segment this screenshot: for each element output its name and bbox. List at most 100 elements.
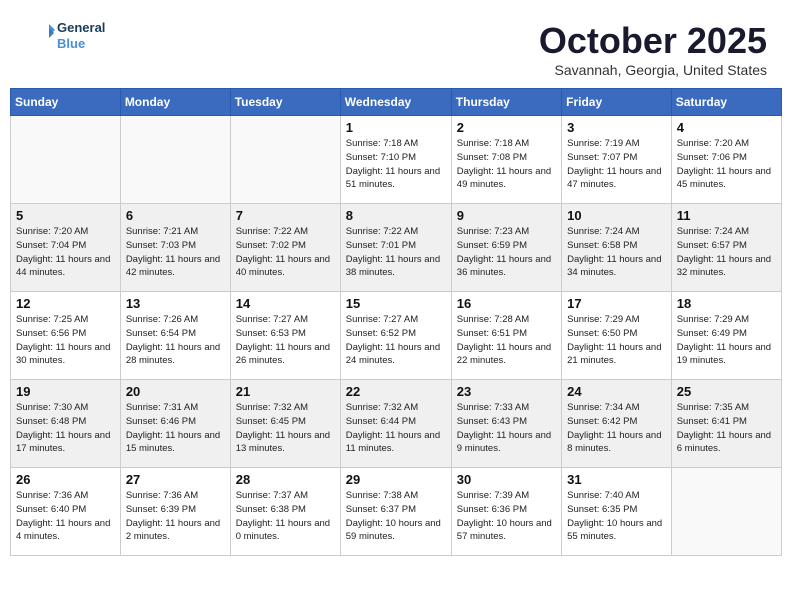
day-number: 6 bbox=[126, 208, 225, 223]
day-info: Sunrise: 7:29 AM Sunset: 6:49 PM Dayligh… bbox=[677, 313, 776, 368]
day-info: Sunrise: 7:29 AM Sunset: 6:50 PM Dayligh… bbox=[567, 313, 666, 368]
calendar-cell: 11Sunrise: 7:24 AM Sunset: 6:57 PM Dayli… bbox=[671, 204, 781, 292]
day-info: Sunrise: 7:24 AM Sunset: 6:57 PM Dayligh… bbox=[677, 225, 776, 280]
calendar-cell: 8 Sunrise: 7:22 AM Sunset: 7:01 PM Daylig… bbox=[340, 204, 451, 292]
calendar-cell: 7Sunrise: 7:22 AM Sunset: 7:02 PM Daylig… bbox=[230, 204, 340, 292]
day-info: Sunrise: 7:40 AM Sunset: 6:35 PM Dayligh… bbox=[567, 489, 666, 544]
day-info: Sunrise: 7:32 AM Sunset: 6:44 PM Dayligh… bbox=[346, 401, 446, 456]
calendar-cell bbox=[11, 116, 121, 204]
day-number: 26 bbox=[16, 472, 115, 487]
day-number: 8 bbox=[346, 208, 446, 223]
calendar-cell: 27 Sunrise: 7:36 AM Sunset: 6:39 PM Dayli… bbox=[120, 468, 230, 556]
day-info: Sunrise: 7:34 AM Sunset: 6:42 PM Dayligh… bbox=[567, 401, 666, 456]
calendar-cell: 1Sunrise: 7:18 AM Sunset: 7:10 PM Daylig… bbox=[340, 116, 451, 204]
day-number: 5 bbox=[16, 208, 115, 223]
weekday-header: Tuesday bbox=[230, 89, 340, 116]
weekday-header: Friday bbox=[562, 89, 672, 116]
day-number: 31 bbox=[567, 472, 666, 487]
day-number: 21 bbox=[236, 384, 335, 399]
day-info: Sunrise: 7:21 AM Sunset: 7:03 PM Dayligh… bbox=[126, 225, 225, 280]
calendar-cell: 6 Sunrise: 7:21 AM Sunset: 7:03 PM Daylig… bbox=[120, 204, 230, 292]
weekday-header: Monday bbox=[120, 89, 230, 116]
day-info: Sunrise: 7:33 AM Sunset: 6:43 PM Dayligh… bbox=[457, 401, 556, 456]
day-info: Sunrise: 7:23 AM Sunset: 6:59 PM Dayligh… bbox=[457, 225, 556, 280]
calendar-table: SundayMondayTuesdayWednesdayThursdayFrid… bbox=[10, 88, 782, 556]
day-info: Sunrise: 7:31 AM Sunset: 6:46 PM Dayligh… bbox=[126, 401, 225, 456]
day-number: 22 bbox=[346, 384, 446, 399]
day-info: Sunrise: 7:38 AM Sunset: 6:37 PM Dayligh… bbox=[346, 489, 446, 544]
day-info: Sunrise: 7:39 AM Sunset: 6:36 PM Dayligh… bbox=[457, 489, 556, 544]
day-info: Sunrise: 7:37 AM Sunset: 6:38 PM Dayligh… bbox=[236, 489, 335, 544]
calendar-cell: 18 Sunrise: 7:29 AM Sunset: 6:49 PM Dayli… bbox=[671, 292, 781, 380]
calendar-cell: 25 Sunrise: 7:35 AM Sunset: 6:41 PM Dayli… bbox=[671, 380, 781, 468]
day-number: 9 bbox=[457, 208, 556, 223]
logo-line2: Blue bbox=[57, 36, 105, 52]
day-number: 29 bbox=[346, 472, 446, 487]
day-info: Sunrise: 7:18 AM Sunset: 7:08 PM Dayligh… bbox=[457, 137, 556, 192]
day-info: Sunrise: 7:20 AM Sunset: 7:04 PM Dayligh… bbox=[16, 225, 115, 280]
calendar-cell: 3 Sunrise: 7:19 AM Sunset: 7:07 PM Daylig… bbox=[562, 116, 672, 204]
calendar-cell: 16 Sunrise: 7:28 AM Sunset: 6:51 PM Dayli… bbox=[451, 292, 561, 380]
logo-line1: General bbox=[57, 20, 105, 36]
day-info: Sunrise: 7:28 AM Sunset: 6:51 PM Dayligh… bbox=[457, 313, 556, 368]
day-number: 24 bbox=[567, 384, 666, 399]
day-info: Sunrise: 7:24 AM Sunset: 6:58 PM Dayligh… bbox=[567, 225, 666, 280]
calendar-cell: 30 Sunrise: 7:39 AM Sunset: 6:36 PM Dayli… bbox=[451, 468, 561, 556]
day-number: 25 bbox=[677, 384, 776, 399]
calendar-cell: 15 Sunrise: 7:27 AM Sunset: 6:52 PM Dayli… bbox=[340, 292, 451, 380]
logo-graphic bbox=[25, 20, 57, 52]
calendar-cell: 22 Sunrise: 7:32 AM Sunset: 6:44 PM Dayli… bbox=[340, 380, 451, 468]
calendar-body: 1Sunrise: 7:18 AM Sunset: 7:10 PM Daylig… bbox=[11, 116, 782, 556]
calendar-cell: 21 Sunrise: 7:32 AM Sunset: 6:45 PM Dayli… bbox=[230, 380, 340, 468]
calendar-cell: 29 Sunrise: 7:38 AM Sunset: 6:37 PM Dayli… bbox=[340, 468, 451, 556]
day-info: Sunrise: 7:27 AM Sunset: 6:52 PM Dayligh… bbox=[346, 313, 446, 368]
day-number: 18 bbox=[677, 296, 776, 311]
day-info: Sunrise: 7:19 AM Sunset: 7:07 PM Dayligh… bbox=[567, 137, 666, 192]
weekday-header: Wednesday bbox=[340, 89, 451, 116]
calendar-cell: 24 Sunrise: 7:34 AM Sunset: 6:42 PM Dayli… bbox=[562, 380, 672, 468]
calendar-cell: 13 Sunrise: 7:26 AM Sunset: 6:54 PM Dayli… bbox=[120, 292, 230, 380]
day-info: Sunrise: 7:35 AM Sunset: 6:41 PM Dayligh… bbox=[677, 401, 776, 456]
weekday-header: Saturday bbox=[671, 89, 781, 116]
calendar-header: SundayMondayTuesdayWednesdayThursdayFrid… bbox=[11, 89, 782, 116]
day-number: 28 bbox=[236, 472, 335, 487]
day-number: 17 bbox=[567, 296, 666, 311]
page-header: General Blue October 2025 Savannah, Geor… bbox=[10, 10, 782, 83]
day-number: 30 bbox=[457, 472, 556, 487]
calendar-cell: 5 Sunrise: 7:20 AM Sunset: 7:04 PM Daylig… bbox=[11, 204, 121, 292]
month-title: October 2025 bbox=[539, 20, 767, 62]
day-number: 19 bbox=[16, 384, 115, 399]
day-info: Sunrise: 7:20 AM Sunset: 7:06 PM Dayligh… bbox=[677, 137, 776, 192]
calendar-cell: 4 Sunrise: 7:20 AM Sunset: 7:06 PM Daylig… bbox=[671, 116, 781, 204]
day-info: Sunrise: 7:27 AM Sunset: 6:53 PM Dayligh… bbox=[236, 313, 335, 368]
day-info: Sunrise: 7:26 AM Sunset: 6:54 PM Dayligh… bbox=[126, 313, 225, 368]
calendar-cell bbox=[230, 116, 340, 204]
calendar-cell: 17 Sunrise: 7:29 AM Sunset: 6:50 PM Dayli… bbox=[562, 292, 672, 380]
day-info: Sunrise: 7:22 AM Sunset: 7:01 PM Dayligh… bbox=[346, 225, 446, 280]
calendar-cell: 2 Sunrise: 7:18 AM Sunset: 7:08 PM Daylig… bbox=[451, 116, 561, 204]
day-number: 2 bbox=[457, 120, 556, 135]
day-info: Sunrise: 7:36 AM Sunset: 6:39 PM Dayligh… bbox=[126, 489, 225, 544]
day-info: Sunrise: 7:32 AM Sunset: 6:45 PM Dayligh… bbox=[236, 401, 335, 456]
day-number: 15 bbox=[346, 296, 446, 311]
day-info: Sunrise: 7:25 AM Sunset: 6:56 PM Dayligh… bbox=[16, 313, 115, 368]
calendar-cell bbox=[120, 116, 230, 204]
day-number: 23 bbox=[457, 384, 556, 399]
weekday-header: Sunday bbox=[11, 89, 121, 116]
calendar-cell: 26 Sunrise: 7:36 AM Sunset: 6:40 PM Dayli… bbox=[11, 468, 121, 556]
day-number: 16 bbox=[457, 296, 556, 311]
location-label: Savannah, Georgia, United States bbox=[539, 62, 767, 78]
day-info: Sunrise: 7:36 AM Sunset: 6:40 PM Dayligh… bbox=[16, 489, 115, 544]
weekday-header: Thursday bbox=[451, 89, 561, 116]
day-number: 3 bbox=[567, 120, 666, 135]
logo-text: General Blue bbox=[57, 20, 105, 51]
day-number: 20 bbox=[126, 384, 225, 399]
day-number: 27 bbox=[126, 472, 225, 487]
day-number: 13 bbox=[126, 296, 225, 311]
title-block: October 2025 Savannah, Georgia, United S… bbox=[539, 20, 767, 78]
calendar-cell: 12Sunrise: 7:25 AM Sunset: 6:56 PM Dayli… bbox=[11, 292, 121, 380]
logo: General Blue bbox=[25, 20, 105, 52]
day-number: 4 bbox=[677, 120, 776, 135]
calendar-cell: 28 Sunrise: 7:37 AM Sunset: 6:38 PM Dayli… bbox=[230, 468, 340, 556]
calendar-cell: 10Sunrise: 7:24 AM Sunset: 6:58 PM Dayli… bbox=[562, 204, 672, 292]
